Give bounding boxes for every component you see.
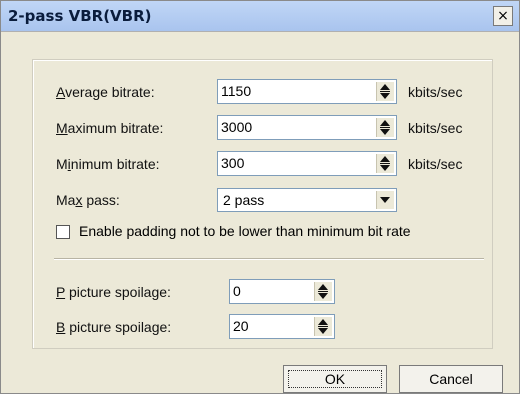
padding-checkbox[interactable] — [56, 225, 70, 239]
minimum-bitrate-label: Minimum bitrate: — [56, 156, 160, 172]
maximum-bitrate-value: 3000 — [221, 119, 253, 135]
b-picture-spoilage-spinner[interactable]: 20 — [229, 314, 335, 339]
minimum-bitrate-value: 300 — [221, 155, 245, 171]
average-bitrate-label: Average bitrate: — [56, 84, 155, 100]
p-picture-spoilage-label: P picture spoilage: — [56, 284, 171, 300]
ok-button[interactable]: OK — [283, 365, 387, 393]
max-pass-value: 2 pass — [223, 192, 265, 208]
b-picture-spoilage-label: B picture spoilage: — [56, 319, 172, 335]
spinner-arrows-icon[interactable] — [314, 317, 332, 336]
separator — [54, 258, 484, 260]
window-title: 2-pass VBR(VBR) — [8, 7, 152, 25]
average-bitrate-value: 1150 — [221, 83, 252, 99]
focus-rectangle — [288, 370, 382, 388]
max-pass-label: Max pass: — [56, 192, 120, 208]
cancel-button-label: Cancel — [429, 371, 473, 387]
cancel-button[interactable]: Cancel — [399, 365, 503, 393]
title-bar: 2-pass VBR(VBR) × — [1, 1, 519, 32]
padding-checkbox-label[interactable]: Enable padding not to be lower than mini… — [79, 223, 411, 239]
chevron-down-icon[interactable] — [376, 191, 394, 209]
spinner-arrows-icon[interactable] — [376, 154, 394, 173]
max-pass-dropdown[interactable]: 2 pass — [217, 188, 397, 212]
average-bitrate-spinner[interactable]: 1150 — [217, 79, 397, 104]
minimum-bitrate-unit: kbits/sec — [408, 156, 463, 172]
b-picture-spoilage-value: 20 — [233, 318, 249, 334]
spinner-arrows-icon[interactable] — [314, 282, 332, 301]
spinner-arrows-icon[interactable] — [376, 82, 394, 101]
maximum-bitrate-spinner[interactable]: 3000 — [217, 115, 397, 140]
average-bitrate-unit: kbits/sec — [408, 84, 463, 100]
minimum-bitrate-spinner[interactable]: 300 — [217, 151, 397, 176]
maximum-bitrate-unit: kbits/sec — [408, 120, 463, 136]
p-picture-spoilage-spinner[interactable]: 0 — [229, 279, 335, 304]
close-icon: × — [497, 8, 509, 24]
close-button[interactable]: × — [493, 6, 513, 26]
p-picture-spoilage-value: 0 — [233, 283, 241, 299]
vbr-dialog: 2-pass VBR(VBR) × Average bitrate: 1150 … — [0, 0, 520, 394]
spinner-arrows-icon[interactable] — [376, 118, 394, 137]
maximum-bitrate-label: Maximum bitrate: — [56, 120, 164, 136]
